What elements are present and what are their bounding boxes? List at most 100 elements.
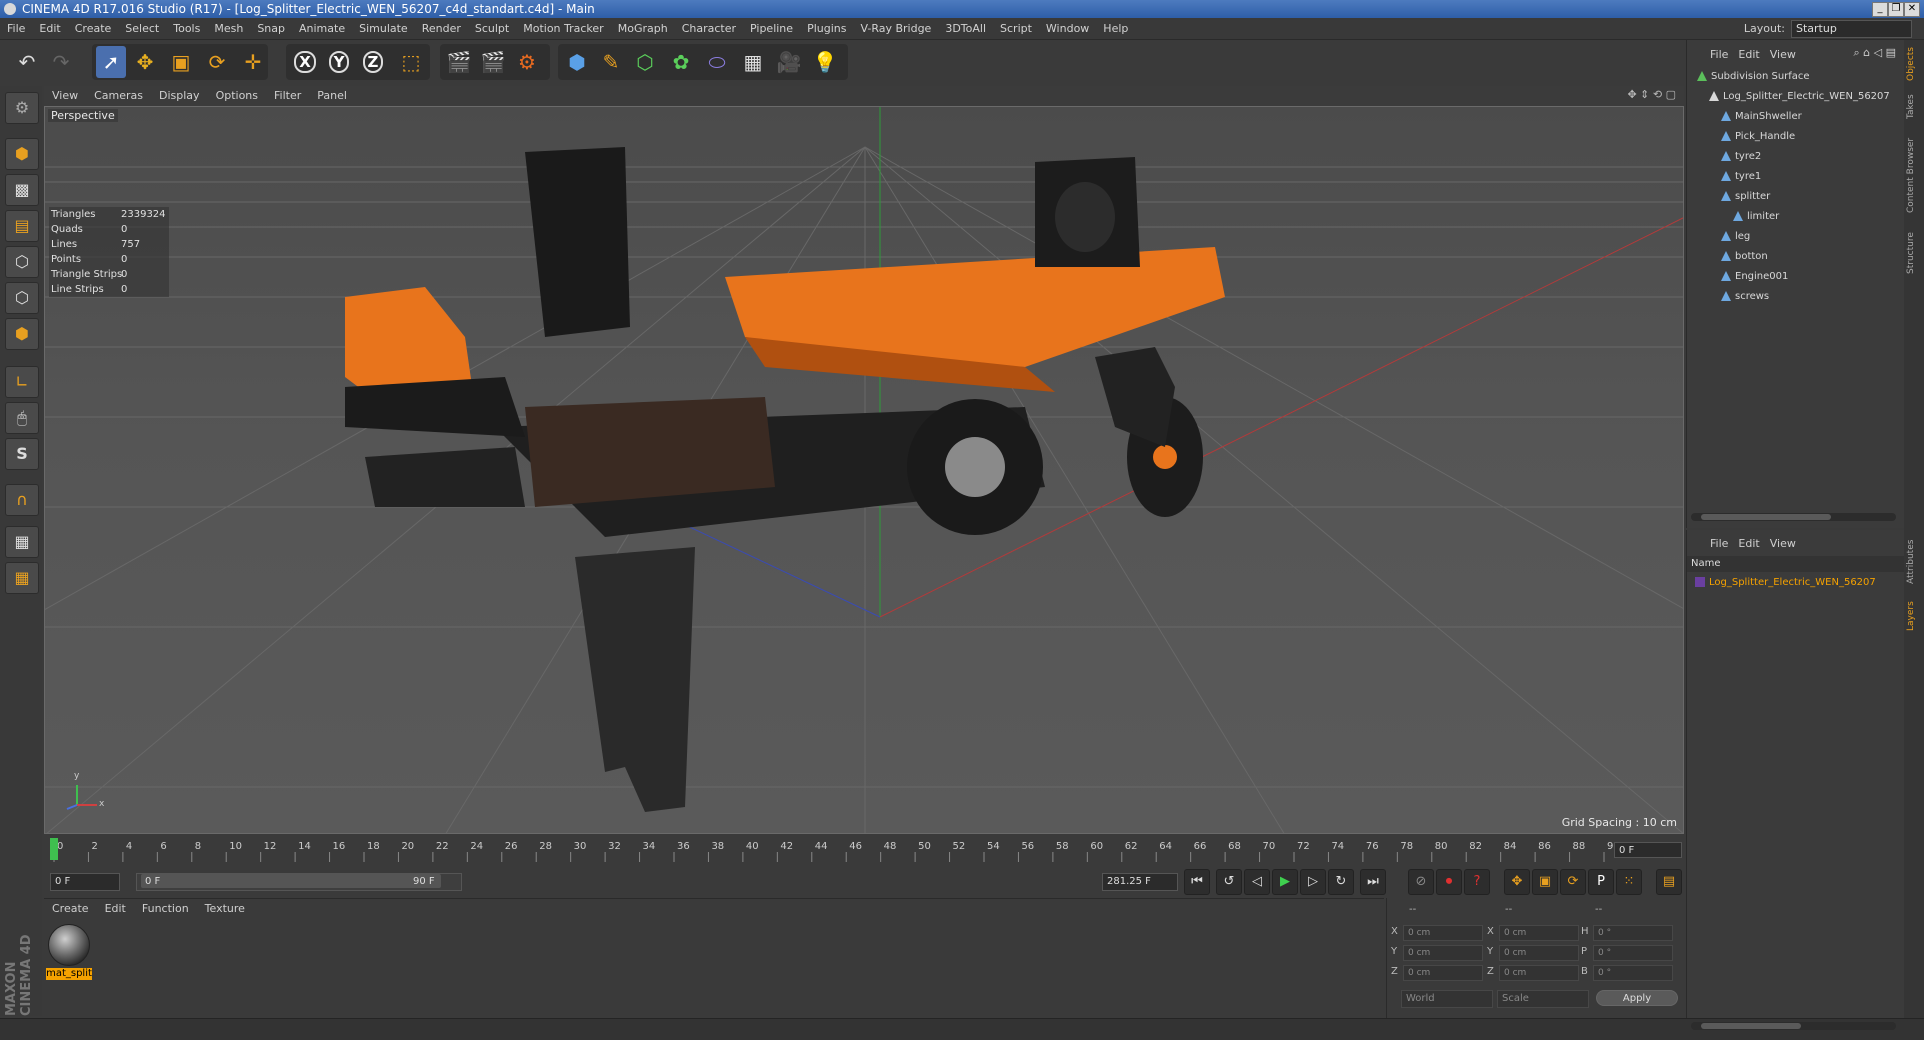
menu-mograph[interactable]: MoGraph: [611, 18, 675, 40]
size-z-field[interactable]: 0 cm: [1499, 965, 1579, 981]
rotate-icon[interactable]: ⟳: [202, 46, 232, 78]
polygons-mode-icon[interactable]: ⬢: [5, 318, 39, 350]
object-tree-item[interactable]: MainShweller: [1721, 108, 1802, 126]
redo-icon[interactable]: ↷: [46, 46, 76, 78]
menu-character[interactable]: Character: [675, 18, 743, 40]
object-tree-item[interactable]: tyre2: [1721, 148, 1761, 166]
lm-scrollbar[interactable]: [1691, 1022, 1896, 1030]
key-parameter-icon[interactable]: P: [1588, 869, 1614, 895]
menu-plugins[interactable]: Plugins: [800, 18, 853, 40]
next-key-icon[interactable]: ↻: [1328, 869, 1354, 895]
tweak-mode-icon[interactable]: 🖱: [5, 402, 39, 434]
current-frame-field[interactable]: 0 F: [1614, 842, 1682, 858]
om-menu-view[interactable]: View: [1765, 45, 1801, 65]
rotation-b-field[interactable]: 0 °: [1593, 965, 1673, 981]
3d-viewport[interactable]: Perspective Triangles 2339324 Quads 0 Line…: [44, 106, 1684, 834]
object-tree-item[interactable]: leg: [1721, 228, 1750, 246]
key-scale-icon[interactable]: ▣: [1532, 869, 1558, 895]
viewport-menu-filter[interactable]: Filter: [266, 86, 309, 106]
texture-mode-icon[interactable]: ▩: [5, 174, 39, 206]
menu-select[interactable]: Select: [118, 18, 166, 40]
edges-mode-icon[interactable]: ⬡: [5, 282, 39, 314]
position-y-field[interactable]: 0 cm: [1403, 945, 1483, 961]
menu-help[interactable]: Help: [1096, 18, 1135, 40]
close-button[interactable]: ✕: [1904, 2, 1920, 17]
viewport-nav-icons[interactable]: ✥ ⇕ ⟲ ▢: [1627, 88, 1676, 101]
lm-menu-file[interactable]: File: [1705, 534, 1733, 554]
rotation-p-field[interactable]: 0 °: [1593, 945, 1673, 961]
x-axis-icon[interactable]: X: [290, 46, 320, 78]
layer-name-column[interactable]: Name: [1687, 556, 1905, 572]
world-dropdown[interactable]: World: [1401, 990, 1493, 1008]
coordinate-system-icon[interactable]: ⬚: [396, 46, 426, 78]
tab-layers[interactable]: Layers: [1906, 596, 1922, 636]
key-pla-icon[interactable]: ⁙: [1616, 869, 1642, 895]
menu-sculpt[interactable]: Sculpt: [468, 18, 516, 40]
object-tree-item[interactable]: tyre1: [1721, 168, 1761, 186]
play-icon[interactable]: ▶: [1272, 869, 1298, 895]
deformer-icon[interactable]: ⬭: [702, 46, 732, 78]
transform-icon[interactable]: ✛: [238, 46, 268, 78]
axis-mode-icon[interactable]: ∟: [5, 366, 39, 398]
render-picture-viewer-icon[interactable]: 🎬: [478, 46, 508, 78]
workplane-icon[interactable]: ▤: [5, 210, 39, 242]
material-menu-texture[interactable]: Texture: [197, 899, 253, 919]
object-tree-item[interactable]: Subdivision Surface: [1697, 68, 1810, 86]
light-icon[interactable]: 💡: [810, 46, 840, 78]
minimize-button[interactable]: _: [1872, 2, 1888, 17]
size-y-field[interactable]: 0 cm: [1499, 945, 1579, 961]
object-tree-item[interactable]: screws: [1721, 288, 1769, 306]
points-mode-icon[interactable]: ⬡: [5, 246, 39, 278]
layout-dropdown[interactable]: Startup: [1791, 20, 1912, 38]
scale-dropdown[interactable]: Scale: [1497, 990, 1589, 1008]
apply-button[interactable]: Apply: [1596, 990, 1678, 1006]
undo-icon[interactable]: ↶: [12, 46, 42, 78]
object-tree-item[interactable]: Log_Splitter_Electric_WEN_56207: [1709, 88, 1890, 106]
viewport-menu-view[interactable]: View: [44, 86, 86, 106]
om-toolbar-icons[interactable]: ⌕ ⌂ ◁ ▤: [1854, 46, 1897, 60]
make-editable-icon[interactable]: ⚙: [5, 92, 39, 124]
goto-end-icon[interactable]: ⏭: [1360, 869, 1386, 895]
timeline-ruler[interactable]: 0 2 4 6 8 10 12 14 16 18 20 22 24 26 28 30 32 34 36 38 40 42 4…: [44, 836, 1684, 862]
start-frame-field[interactable]: 0 F: [50, 873, 120, 891]
menu-render[interactable]: Render: [415, 18, 468, 40]
material-menu-edit[interactable]: Edit: [97, 899, 134, 919]
key-rotation-icon[interactable]: ⟳: [1560, 869, 1586, 895]
viewport-menu-cameras[interactable]: Cameras: [86, 86, 151, 106]
model-mode-icon[interactable]: ⬢: [5, 138, 39, 170]
floor-icon[interactable]: ▦: [738, 46, 768, 78]
menu-tools[interactable]: Tools: [166, 18, 207, 40]
lock-workplane-icon[interactable]: ▦: [5, 526, 39, 558]
object-tree-item[interactable]: botton: [1721, 248, 1768, 266]
z-axis-icon[interactable]: Z: [358, 46, 388, 78]
key-position-icon[interactable]: ✥: [1504, 869, 1530, 895]
menu-snap[interactable]: Snap: [250, 18, 292, 40]
size-x-field[interactable]: 0 cm: [1499, 925, 1579, 941]
menu-pipeline[interactable]: Pipeline: [743, 18, 800, 40]
spline-pen-icon[interactable]: ✎: [596, 46, 626, 78]
menu-mesh[interactable]: Mesh: [207, 18, 250, 40]
restore-button[interactable]: ❐: [1888, 2, 1904, 17]
viewport-menu-panel[interactable]: Panel: [309, 86, 355, 106]
live-selection-icon[interactable]: ➚: [96, 46, 126, 78]
magnet-icon[interactable]: ∩: [5, 484, 39, 516]
lm-menu-view[interactable]: View: [1765, 534, 1801, 554]
timeline-window-icon[interactable]: ▤: [1656, 869, 1682, 895]
material-menu-create[interactable]: Create: [44, 899, 97, 919]
lm-menu-edit[interactable]: Edit: [1733, 534, 1764, 554]
om-menu-file[interactable]: File: [1705, 45, 1733, 65]
move-icon[interactable]: ✥: [130, 46, 160, 78]
render-view-icon[interactable]: 🎬: [444, 46, 474, 78]
object-tree-item[interactable]: Engine001: [1721, 268, 1788, 286]
material-name[interactable]: mat_split: [46, 968, 92, 980]
cloner-icon[interactable]: ✿: [666, 46, 696, 78]
position-x-field[interactable]: 0 cm: [1403, 925, 1483, 941]
viewport-menu-display[interactable]: Display: [151, 86, 208, 106]
menu-animate[interactable]: Animate: [292, 18, 352, 40]
viewport-menu-options[interactable]: Options: [208, 86, 266, 106]
rotation-h-field[interactable]: 0 °: [1593, 925, 1673, 941]
position-z-field[interactable]: 0 cm: [1403, 965, 1483, 981]
menu-motion-tracker[interactable]: Motion Tracker: [516, 18, 610, 40]
subdivision-surface-icon[interactable]: ⬡: [630, 46, 660, 78]
menu-simulate[interactable]: Simulate: [352, 18, 415, 40]
